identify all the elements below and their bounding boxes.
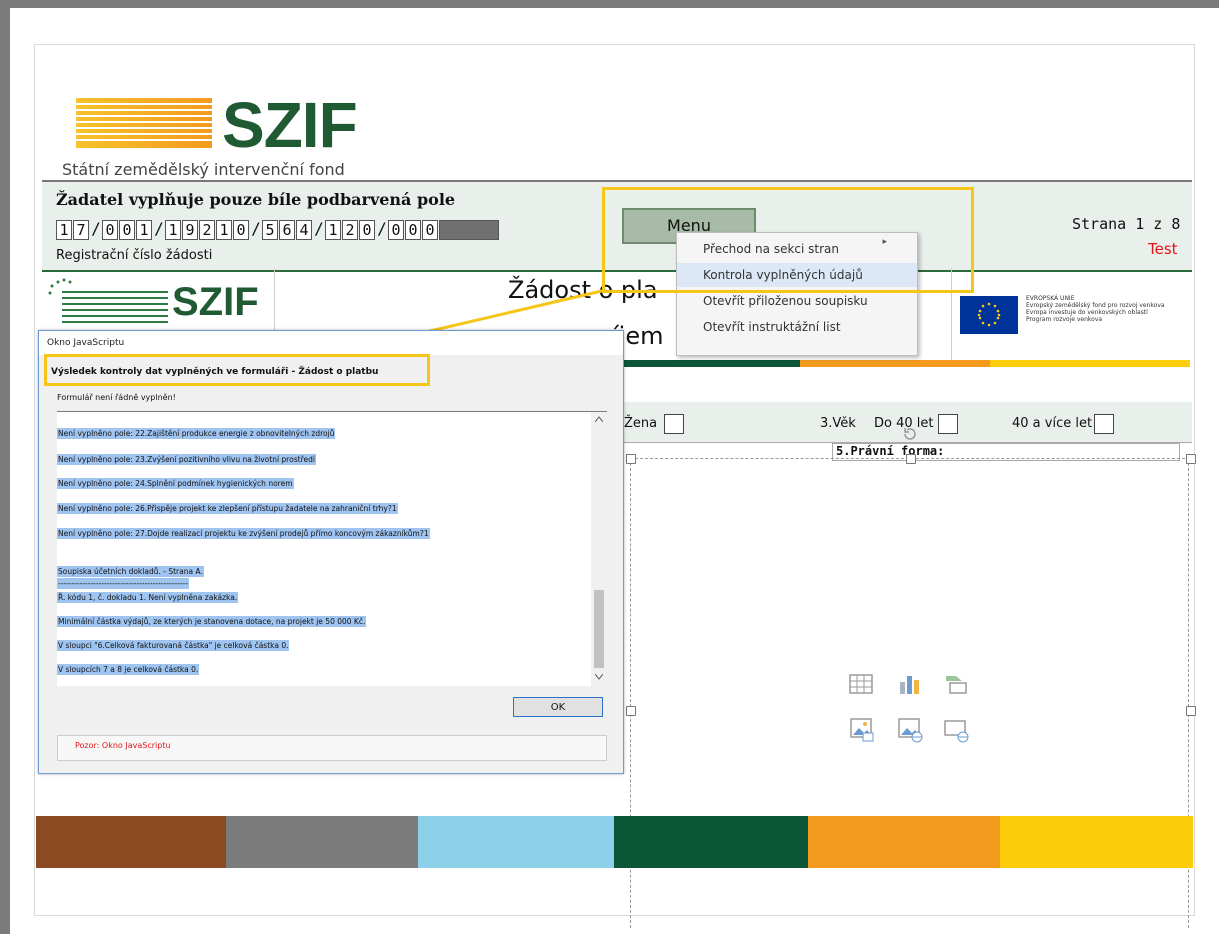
color-bar-yellow xyxy=(1000,816,1193,868)
resize-handle[interactable] xyxy=(626,706,636,716)
scrollbar-thumb[interactable] xyxy=(594,590,604,668)
form-header-title: Žadatel vyplňuje pouze bíle podbarvená p… xyxy=(56,190,456,209)
registration-number-field: 1 7/0 0 1/1 9 2 1 0/5 6 4/1 2 0/0 0 0 xyxy=(56,220,499,240)
registration-digit-cell[interactable]: 9 xyxy=(182,220,198,240)
color-stripe-orange xyxy=(800,360,990,367)
registration-digit-cell[interactable]: 0 xyxy=(359,220,375,240)
registration-digit-cell[interactable]: 1 xyxy=(165,220,181,240)
registration-separator: / xyxy=(251,219,261,238)
resize-handle[interactable] xyxy=(626,454,636,464)
color-bar-dark-green xyxy=(614,816,808,868)
registration-number-label: Registrační číslo žádosti xyxy=(56,248,213,263)
registration-digit-cell[interactable]: 1 xyxy=(56,220,72,240)
list-item: Minimální částka výdajů, ze kterých je s… xyxy=(57,616,367,627)
eu-text-line: EVROPSKÁ UNIE xyxy=(1026,295,1075,302)
registration-digit-cell[interactable]: 0 xyxy=(233,220,249,240)
resize-handle[interactable] xyxy=(906,454,916,464)
list-item: Není vyplněno pole: 23.Zvýšení pozitivní… xyxy=(57,454,316,465)
age-label: 3.Věk xyxy=(820,416,856,431)
registration-readonly-cell xyxy=(439,220,499,240)
registration-digit-cell[interactable]: 0 xyxy=(388,220,404,240)
test-label: Test xyxy=(1148,240,1178,258)
insert-table-icon[interactable] xyxy=(848,672,876,696)
color-bar-brown xyxy=(36,816,226,868)
color-bar-orange xyxy=(808,816,1000,868)
under-40-checkbox[interactable] xyxy=(938,414,958,434)
list-item: Ř. kódu 1, č. dokladu 1. Není vyplněna z… xyxy=(57,592,239,603)
dialog-heading-highlight-box xyxy=(44,354,430,386)
insert-video-icon[interactable] xyxy=(942,716,970,744)
szif-logo-text: SZIF xyxy=(222,89,358,161)
over-40-checkbox[interactable] xyxy=(1094,414,1114,434)
registration-separator: / xyxy=(377,219,387,238)
insert-smartart-icon[interactable] xyxy=(942,672,970,696)
menu-item-label: Otevřít přiloženou soupisku xyxy=(703,294,868,308)
list-item: V sloupci "6.Celková fakturovaná částka"… xyxy=(57,640,290,651)
registration-digit-cell[interactable]: 0 xyxy=(422,220,438,240)
resize-handle[interactable] xyxy=(1186,706,1196,716)
eu-flag-icon xyxy=(960,296,1018,334)
menu-item-open-instructions[interactable]: Otevřít instruktážní list xyxy=(677,315,917,339)
dialog-scrollbar[interactable] xyxy=(591,412,607,686)
color-stripe-yellow xyxy=(990,360,1190,367)
list-item: Není vyplněno pole: 26.Přispěje projekt … xyxy=(57,503,398,514)
registration-digit-cell[interactable]: 0 xyxy=(405,220,421,240)
legal-form-label: 5.Právní forma: xyxy=(836,444,945,458)
insert-online-picture-icon[interactable] xyxy=(896,716,924,744)
szif-logo-icon xyxy=(76,98,212,148)
insert-chart-icon[interactable] xyxy=(896,672,924,696)
eu-text-line: Evropský zemědělský fond pro rozvoj venk… xyxy=(1026,302,1165,309)
registration-digit-cell[interactable]: 4 xyxy=(296,220,312,240)
dialog-title: Okno JavaScriptu xyxy=(39,331,623,355)
list-item: Soupiska účetních dokladů. - Strana A. xyxy=(57,566,204,577)
list-item: ----------------------------------------… xyxy=(57,578,189,589)
list-item: V sloupcích 7 a 8 je celková částka 0. xyxy=(57,664,200,675)
scroll-down-icon[interactable] xyxy=(595,674,603,680)
list-item: Není vyplněno pole: 27.Dojde realizací p… xyxy=(57,528,430,539)
resize-handle[interactable] xyxy=(1186,454,1196,464)
zena-label: Žena xyxy=(624,416,658,431)
zena-checkbox[interactable] xyxy=(664,414,684,434)
registration-separator: / xyxy=(91,219,101,238)
szif-logo-subtitle: Státní zemědělský intervenční fond xyxy=(62,160,345,179)
dialog-warning-text: Pozor: Okno JavaScriptu xyxy=(75,741,171,750)
registration-digit-cell[interactable]: 6 xyxy=(279,220,295,240)
javascript-dialog: Okno JavaScriptu Výsledek kontroly dat v… xyxy=(38,330,624,774)
registration-digit-cell[interactable]: 5 xyxy=(262,220,278,240)
registration-digit-cell[interactable]: 1 xyxy=(325,220,341,240)
scroll-up-icon[interactable] xyxy=(595,416,603,422)
rotate-handle-icon[interactable] xyxy=(902,426,918,442)
dialog-subheading: Formulář není řádně vyplněn! xyxy=(57,393,176,402)
page-indicator: Strana 1 z 8 xyxy=(1072,215,1181,233)
eu-text-line: Program rozvoje venkova xyxy=(1026,316,1103,323)
eu-program-text: EVROPSKÁ UNIE Evropský zemědělský fond p… xyxy=(1026,295,1192,323)
registration-digit-cell[interactable]: 1 xyxy=(216,220,232,240)
color-bar-light-blue xyxy=(418,816,614,868)
list-item: Není vyplněno pole: 24.Splnění podmínek … xyxy=(57,478,294,489)
color-stripe-green xyxy=(620,360,800,367)
insert-picture-icon[interactable] xyxy=(848,716,876,744)
registration-separator: / xyxy=(154,219,164,238)
color-bar-grey xyxy=(226,816,418,868)
registration-digit-cell[interactable]: 0 xyxy=(119,220,135,240)
list-item: Není vyplněno pole: 22.Zajištění produkc… xyxy=(57,428,336,439)
registration-digit-cell[interactable]: 2 xyxy=(342,220,358,240)
registration-separator: / xyxy=(314,219,324,238)
registration-digit-cell[interactable]: 7 xyxy=(73,220,89,240)
insert-content-icons xyxy=(848,672,976,752)
menu-item-label: Otevřít instruktážní list xyxy=(703,320,841,334)
registration-digit-cell[interactable]: 2 xyxy=(199,220,215,240)
over-40-label: 40 a více let xyxy=(1012,416,1093,431)
menu-highlight-box xyxy=(602,187,974,293)
dialog-result-list[interactable]: Není vyplněno pole: 22.Zajištění produkc… xyxy=(57,411,607,686)
eu-text-line: Evropa investuje do venkovských oblastí xyxy=(1026,309,1148,316)
registration-digit-cell[interactable]: 0 xyxy=(102,220,118,240)
ok-button[interactable]: OK xyxy=(513,697,603,717)
inner-szif-logo-text: SZIF xyxy=(172,280,259,324)
registration-digit-cell[interactable]: 1 xyxy=(136,220,152,240)
